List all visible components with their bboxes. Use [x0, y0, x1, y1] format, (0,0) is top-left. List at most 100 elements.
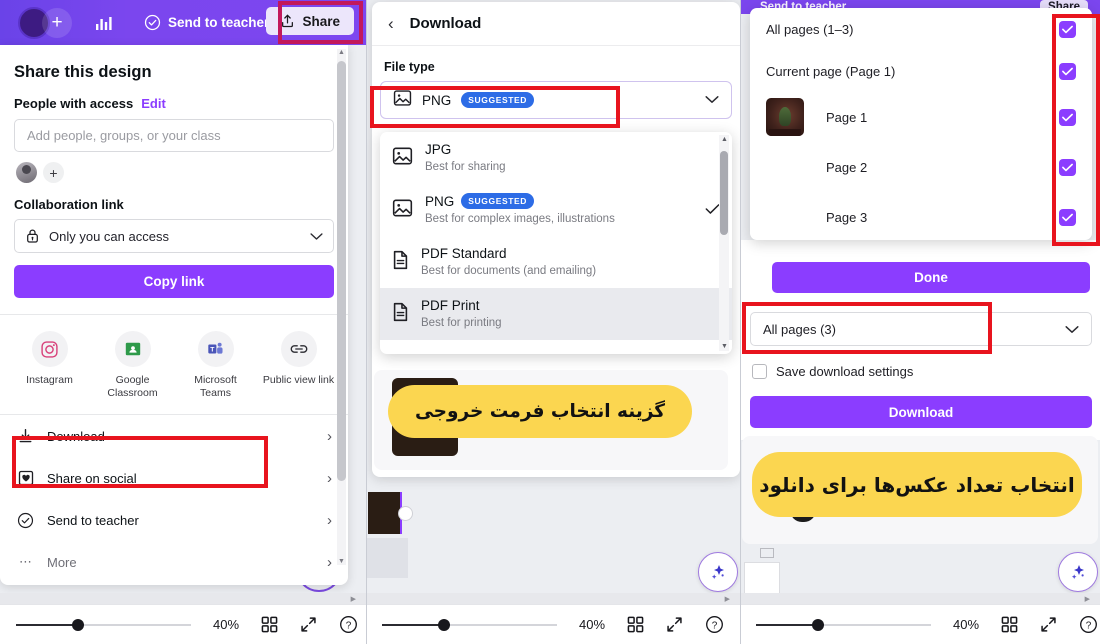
- scroll-right-arrow[interactable]: ▶: [1085, 595, 1090, 603]
- lock-icon: [27, 229, 38, 243]
- file-type-option[interactable]: JPG Best for sharing: [380, 132, 732, 184]
- avatar: [16, 162, 37, 183]
- scrollbar-thumb[interactable]: [337, 61, 346, 481]
- menu-item-send-to-teacher[interactable]: Send to teacher ›: [0, 499, 348, 541]
- page-checkbox[interactable]: [1059, 208, 1076, 226]
- ai-assistant-button-right[interactable]: [1058, 552, 1098, 592]
- page-checkbox[interactable]: [1059, 108, 1076, 126]
- download-icon: [16, 428, 35, 444]
- add-person-icon[interactable]: +: [43, 162, 64, 183]
- screenshot-root: + Send to teacher Share Share this desig…: [0, 0, 1100, 644]
- social-label-public-view-link: Public view link: [262, 374, 335, 386]
- file-type-option[interactable]: PDF Print Best for printing: [380, 288, 732, 340]
- page-row-3[interactable]: Page 3: [750, 192, 1092, 242]
- page-label: All pages (1–3): [766, 21, 854, 37]
- horizontal-scrollbar-mid[interactable]: ▶: [366, 593, 740, 604]
- edit-access-link[interactable]: Edit: [141, 96, 166, 111]
- share-upload-icon: [282, 14, 294, 28]
- zoom-percentage-mid[interactable]: 40%: [579, 617, 605, 632]
- add-collaborator-button[interactable]: +: [42, 7, 72, 38]
- page-checkbox[interactable]: [1059, 20, 1076, 38]
- add-people-input[interactable]: Add people, groups, or your class: [14, 119, 334, 152]
- help-circle-icon[interactable]: ?: [339, 615, 358, 634]
- scroll-up-arrow[interactable]: ▲: [721, 136, 728, 143]
- menu-item-more[interactable]: ⋯ More ›: [0, 541, 348, 583]
- zoom-slider-right[interactable]: [756, 618, 931, 632]
- grid-view-icon[interactable]: [1001, 616, 1018, 633]
- share-popover-title: Share this design: [14, 63, 152, 81]
- slider-knob[interactable]: [812, 618, 824, 631]
- scroll-right-arrow[interactable]: ▶: [351, 595, 356, 603]
- save-settings-checkbox[interactable]: [752, 364, 767, 379]
- scroll-up-arrow[interactable]: ▲: [338, 49, 345, 56]
- file-type-select[interactable]: PNG SUGGESTED: [380, 81, 732, 119]
- sparkle-icon: [1071, 565, 1084, 579]
- chevron-left-icon[interactable]: ‹: [388, 14, 394, 34]
- zoom-slider-mid[interactable]: [382, 618, 557, 632]
- social-item-microsoft-teams[interactable]: T Microsoft Teams: [179, 331, 253, 400]
- file-type-option[interactable]: PDF Standard Best for documents (and ema…: [380, 236, 732, 288]
- bar-chart-icon[interactable]: [86, 7, 122, 39]
- zoom-slider-left[interactable]: [16, 618, 191, 632]
- option-name: PNG: [425, 193, 455, 209]
- scroll-down-arrow[interactable]: ▼: [338, 558, 345, 565]
- scroll-down-arrow[interactable]: ▼: [721, 343, 728, 350]
- file-type-option[interactable]: PNG SUGGESTED Best for complex images, i…: [380, 184, 732, 236]
- chevron-right-icon: ›: [327, 469, 332, 487]
- popover-scrollbar[interactable]: ▲ ▼: [337, 49, 346, 565]
- page-row-2[interactable]: Page 2: [750, 142, 1092, 192]
- page-checkbox[interactable]: [1059, 62, 1076, 80]
- option-desc: Best for sharing: [425, 160, 506, 173]
- scrollbar-thumb[interactable]: [720, 151, 728, 235]
- access-level-select[interactable]: Only you can access: [14, 219, 334, 253]
- help-circle-icon[interactable]: ?: [705, 615, 724, 634]
- slider-knob[interactable]: [72, 618, 84, 631]
- menu-item-share-on-social[interactable]: Share on social ›: [0, 457, 348, 499]
- expand-arrows-icon[interactable]: [1040, 616, 1057, 633]
- people-with-access-label: People with access: [14, 96, 134, 111]
- share-button[interactable]: Share: [266, 7, 354, 35]
- page-row-current[interactable]: Current page (Page 1): [750, 50, 1092, 92]
- link-chain-icon: [280, 331, 317, 367]
- expand-arrows-icon[interactable]: [666, 616, 683, 633]
- social-item-public-view-link[interactable]: Public view link: [262, 331, 336, 400]
- zoom-percentage-right[interactable]: 40%: [953, 617, 979, 632]
- ai-assistant-button-mid[interactable]: [698, 552, 738, 592]
- page-row-all[interactable]: All pages (1–3): [750, 8, 1092, 50]
- help-circle-icon[interactable]: ?: [1079, 615, 1098, 634]
- menu-label-send-to-teacher: Send to teacher: [47, 512, 139, 528]
- suggested-badge: SUGGESTED: [461, 92, 535, 108]
- people-with-access-row: People with access Edit: [14, 96, 348, 111]
- done-button[interactable]: Done: [772, 262, 1090, 293]
- grid-view-icon[interactable]: [627, 616, 644, 633]
- horizontal-scrollbar-right[interactable]: ▶: [740, 593, 1100, 604]
- canvas-resize-handle[interactable]: [398, 506, 413, 521]
- dropdown-scrollbar[interactable]: ▲ ▼: [719, 135, 729, 351]
- chevron-right-icon: ›: [327, 427, 332, 445]
- pages-select[interactable]: All pages (3): [750, 312, 1092, 346]
- zoom-percentage-left[interactable]: 40%: [213, 617, 239, 632]
- horizontal-scrollbar-left[interactable]: ▶: [0, 593, 366, 604]
- page-label: Page 2: [826, 159, 868, 175]
- page-row-1[interactable]: Page 1: [750, 92, 1092, 142]
- menu-item-download[interactable]: Download ›: [0, 415, 348, 457]
- download-button[interactable]: Download: [750, 396, 1092, 428]
- send-to-teacher-button[interactable]: Send to teacher: [136, 9, 277, 36]
- chevron-down-icon: [705, 91, 719, 109]
- bottom-toolbar-right: 40% ?: [740, 604, 1100, 644]
- social-item-google-classroom[interactable]: Google Classroom: [96, 331, 170, 400]
- slider-knob[interactable]: [438, 618, 450, 631]
- share-design-popover: Share this design People with access Edi…: [0, 45, 348, 585]
- grid-view-icon[interactable]: [261, 616, 278, 633]
- option-name: JPG: [425, 141, 452, 157]
- copy-link-button[interactable]: Copy link: [14, 265, 334, 298]
- chevron-right-icon: ›: [327, 511, 332, 529]
- save-download-settings-row[interactable]: Save download settings: [752, 364, 913, 379]
- pages-select-value: All pages (3): [763, 321, 836, 337]
- scroll-right-arrow[interactable]: ▶: [725, 595, 730, 603]
- expand-arrows-icon[interactable]: [300, 616, 317, 633]
- page-checkbox[interactable]: [1059, 158, 1076, 176]
- social-item-instagram[interactable]: Instagram: [13, 331, 87, 400]
- collaboration-link-label: Collaboration link: [14, 197, 124, 212]
- social-label-google-classroom: Google Classroom: [107, 374, 158, 400]
